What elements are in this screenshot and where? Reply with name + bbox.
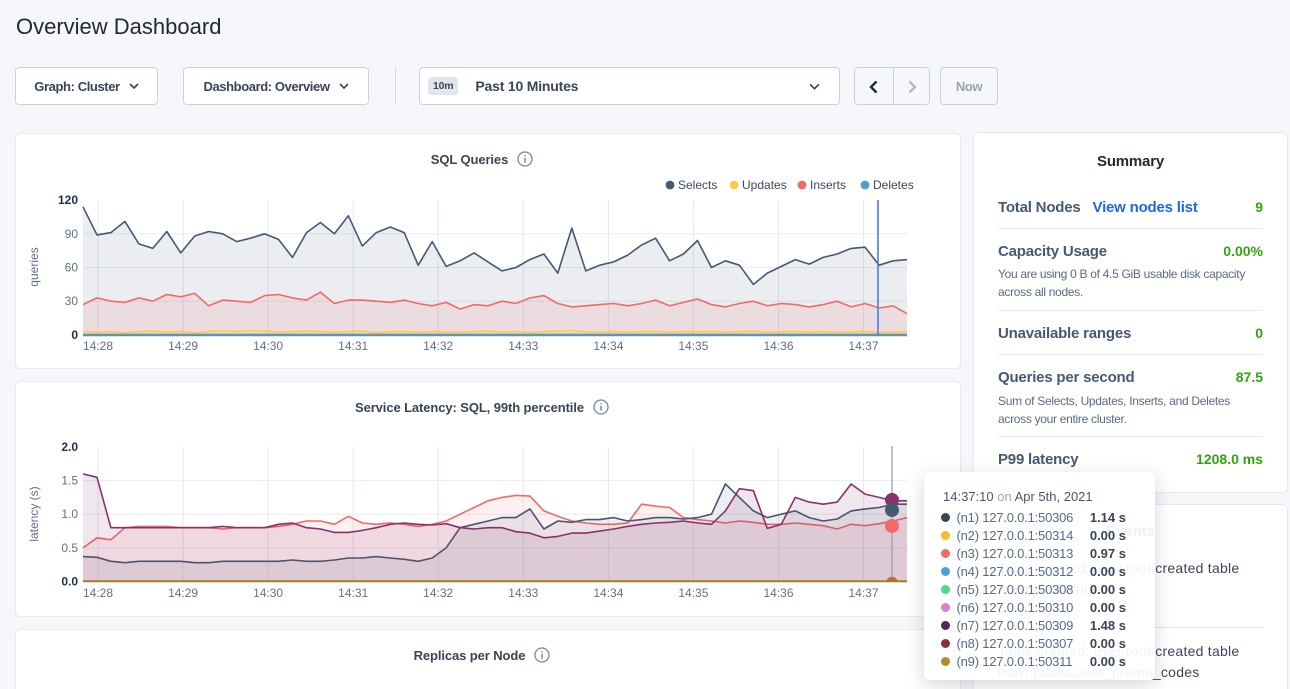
svg-text:14:33: 14:33 bbox=[508, 339, 538, 353]
svg-text:14:37: 14:37 bbox=[848, 339, 878, 353]
svg-text:14:36: 14:36 bbox=[763, 586, 793, 600]
svg-text:90: 90 bbox=[65, 227, 79, 241]
svg-text:60: 60 bbox=[65, 261, 79, 275]
svg-text:14:32: 14:32 bbox=[423, 586, 453, 600]
svg-text:14:36: 14:36 bbox=[763, 339, 793, 353]
svg-text:14:30: 14:30 bbox=[253, 586, 283, 600]
svg-text:120: 120 bbox=[58, 193, 78, 207]
svg-text:14:28: 14:28 bbox=[83, 586, 113, 600]
svg-text:1.0: 1.0 bbox=[61, 507, 78, 521]
svg-text:Selects: Selects bbox=[678, 178, 717, 192]
svg-text:1.5: 1.5 bbox=[61, 474, 78, 488]
svg-text:Updates: Updates bbox=[742, 178, 787, 192]
svg-text:14:30: 14:30 bbox=[253, 339, 283, 353]
svg-text:30: 30 bbox=[65, 294, 79, 308]
svg-text:14:29: 14:29 bbox=[168, 586, 198, 600]
svg-text:14:37: 14:37 bbox=[848, 586, 878, 600]
svg-text:0: 0 bbox=[71, 328, 78, 342]
svg-text:14:34: 14:34 bbox=[593, 339, 623, 353]
svg-text:14:34: 14:34 bbox=[593, 586, 623, 600]
svg-text:14:31: 14:31 bbox=[338, 339, 368, 353]
svg-text:14:32: 14:32 bbox=[423, 339, 453, 353]
svg-text:queries: queries bbox=[27, 247, 41, 286]
svg-text:14:35: 14:35 bbox=[678, 339, 708, 353]
svg-text:2.0: 2.0 bbox=[61, 440, 78, 454]
svg-text:14:33: 14:33 bbox=[508, 586, 538, 600]
svg-text:0.0: 0.0 bbox=[61, 575, 78, 589]
svg-text:Deletes: Deletes bbox=[873, 178, 914, 192]
svg-text:Inserts: Inserts bbox=[810, 178, 846, 192]
svg-text:14:35: 14:35 bbox=[678, 586, 708, 600]
svg-text:14:29: 14:29 bbox=[168, 339, 198, 353]
svg-text:14:28: 14:28 bbox=[83, 339, 113, 353]
svg-text:14:31: 14:31 bbox=[338, 586, 368, 600]
svg-text:0.5: 0.5 bbox=[61, 541, 78, 555]
svg-text:latency (s): latency (s) bbox=[27, 486, 41, 541]
